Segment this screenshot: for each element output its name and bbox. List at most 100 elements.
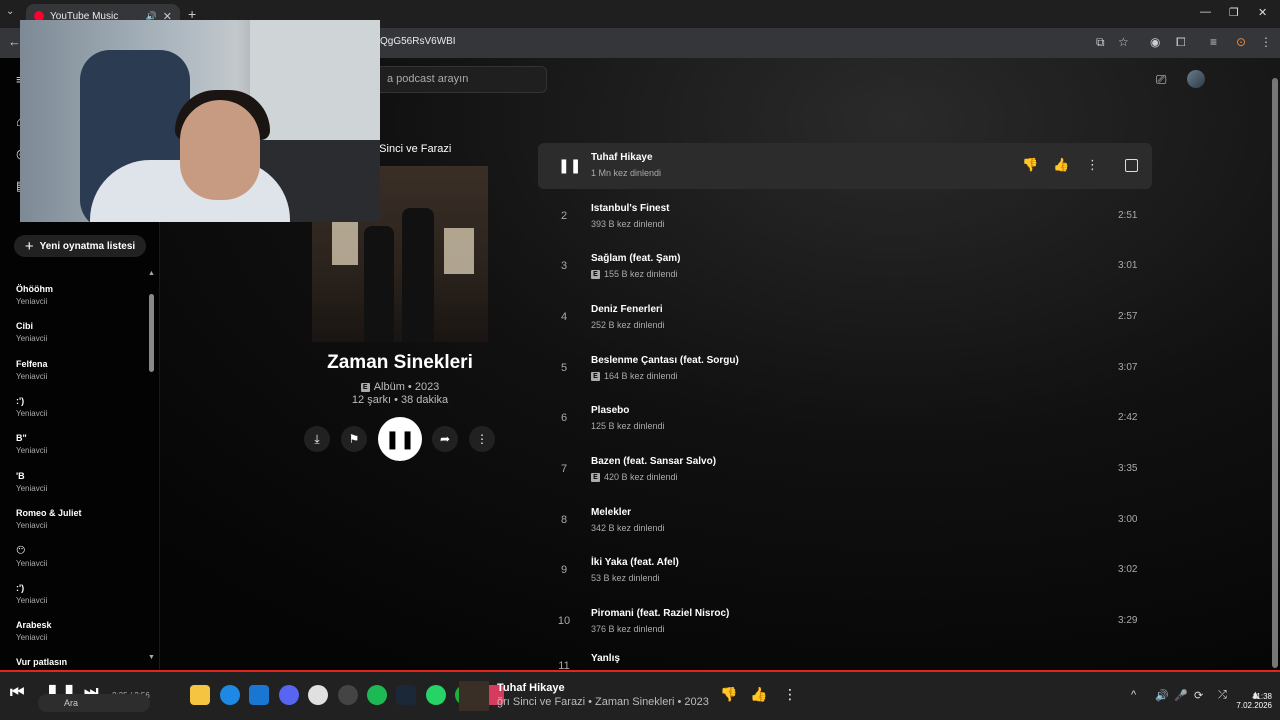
playlist-owner: Yeniavcii: [16, 633, 48, 642]
track-number: 6: [560, 412, 568, 424]
taskbar-clock[interactable]: 11:38 7.02.2026: [1232, 692, 1272, 710]
share-button[interactable]: ➦: [432, 426, 458, 452]
track-title[interactable]: İki Yaka (feat. Afel): [591, 557, 679, 568]
playlist-item[interactable]: :') Yeniavcii: [16, 396, 146, 418]
track-title[interactable]: Beslenme Çantası (feat. Sorgu): [591, 355, 739, 366]
obs-icon[interactable]: [338, 685, 358, 705]
steam-icon[interactable]: [396, 685, 416, 705]
track-plays-text: 420 B kez dinlendi: [604, 472, 678, 482]
page-scrollbar[interactable]: [1272, 70, 1278, 670]
repeat-icon[interactable]: ⟳: [1194, 689, 1203, 702]
playlist-item[interactable]: 'B Yeniavcii: [16, 471, 146, 493]
browser-menu-icon[interactable]: ⋮: [1260, 35, 1272, 49]
new-playlist-button[interactable]: + Yeni oynatma listesi: [14, 235, 146, 257]
playlist-item[interactable]: :') Yeniavcii: [16, 583, 146, 605]
playlist-title: Vur patlasın: [16, 657, 68, 667]
track-pause-icon[interactable]: ❚❚: [558, 157, 581, 174]
album-more-button[interactable]: ⋮: [469, 426, 495, 452]
track-number: 5: [560, 362, 568, 374]
media-control-icon[interactable]: ≡: [1210, 35, 1217, 49]
track-row[interactable]: 2 Istanbul's Finest 393 B kez dinlendi 2…: [538, 194, 1152, 240]
playlist-item[interactable]: Arabesk Yeniavcii: [16, 620, 146, 642]
track-row[interactable]: 5 Beslenme Çantası (feat. Sorgu) E 164 B …: [538, 346, 1152, 392]
scroll-up-arrow-icon[interactable]: ▲: [148, 270, 155, 277]
track-title[interactable]: Istanbul's Finest: [591, 203, 670, 214]
track-title[interactable]: Yanlış: [591, 653, 620, 664]
track-title[interactable]: Piromani (feat. Raziel Nisroc): [591, 608, 729, 619]
bookmark-star-icon[interactable]: ☆: [1118, 35, 1129, 49]
discord-icon[interactable]: [279, 685, 299, 705]
playlist-item[interactable]: Cibi Yeniavcii: [16, 321, 146, 343]
track-row[interactable]: 4 Deniz Fenerleri 252 B kez dinlendi 2:5…: [538, 295, 1152, 341]
track-title[interactable]: Bazen (feat. Sansar Salvo): [591, 456, 716, 467]
track-title[interactable]: Tuhaf Hikaye: [591, 152, 653, 163]
dislike-icon[interactable]: 👎: [720, 686, 737, 703]
minimize-icon[interactable]: —: [1200, 6, 1211, 18]
save-to-library-button[interactable]: ⚑: [341, 426, 367, 452]
track-row[interactable]: 8 Melekler 342 B kez dinlendi 3:00: [538, 498, 1152, 544]
playlist-owner: Yeniavcii: [16, 334, 48, 343]
extension-icon[interactable]: ◉: [1150, 35, 1160, 49]
playlist-item[interactable]: Romeo & Juliet Yeniavcii: [16, 508, 146, 530]
playlist-item[interactable]: Öhööhm Yeniavcii: [16, 284, 146, 306]
install-app-icon[interactable]: ⧉: [1096, 35, 1105, 50]
player-more-icon[interactable]: ⋮: [783, 686, 797, 703]
now-playing-thumbnail[interactable]: [459, 681, 489, 711]
track-row[interactable]: 9 İki Yaka (feat. Afel) 53 B kez dinlend…: [538, 548, 1152, 594]
url-text[interactable]: QgG56RsV6WBI: [380, 36, 456, 47]
tab-search-chevron-icon[interactable]: ⌄: [6, 6, 14, 17]
track-select-checkbox[interactable]: [1125, 159, 1138, 172]
puzzle-extensions-icon[interactable]: ⧠: [1176, 35, 1186, 50]
like-icon[interactable]: 👍: [750, 686, 767, 703]
track-more-icon[interactable]: ⋮: [1086, 157, 1099, 173]
dislike-icon[interactable]: 👎: [1022, 157, 1038, 173]
chrome-icon[interactable]: [308, 685, 328, 705]
new-playlist-label: Yeni oynatma listesi: [39, 240, 136, 252]
profile-badge-icon[interactable]: ⊙: [1236, 35, 1246, 49]
plus-icon: +: [24, 237, 34, 255]
album-pause-button[interactable]: ❚❚: [378, 417, 422, 461]
playlist-item[interactable]: Felfena Yeniavcii: [16, 359, 146, 381]
sidebar-scrollbar[interactable]: [149, 294, 154, 372]
album-title: Zaman Sinekleri: [327, 352, 473, 373]
track-row[interactable]: 6 Plasebo 125 B kez dinlendi 2:42: [538, 396, 1152, 442]
track-row[interactable]: 11 Yanlış: [538, 650, 1152, 670]
download-button[interactable]: ⤓: [304, 426, 330, 452]
album-artists[interactable]: n Sinci ve Farazi: [370, 143, 451, 155]
playlist-item[interactable]: Vur patlasın: [16, 657, 146, 667]
cast-icon[interactable]: ⎚: [1156, 72, 1166, 88]
track-row[interactable]: 7 Bazen (feat. Sansar Salvo) E 420 B kez …: [538, 447, 1152, 493]
now-playing-title[interactable]: Tuhaf Hikaye: [497, 682, 565, 694]
scroll-down-arrow-icon[interactable]: ▼: [148, 654, 155, 661]
track-row-active[interactable]: ❚❚ Tuhaf Hikaye 1 Mn kez dinlendi 👎 👍 ⋮: [538, 143, 1152, 189]
maximize-icon[interactable]: ❐: [1229, 6, 1239, 19]
track-row[interactable]: 3 Sağlam (feat. Şam) E 155 B kez dinlendi…: [538, 244, 1152, 290]
spotify-icon[interactable]: [367, 685, 387, 705]
track-title[interactable]: Sağlam (feat. Şam): [591, 253, 680, 264]
now-playing-subtitle[interactable]: ğrı Sinci ve Farazi • Zaman Sinekleri • …: [497, 696, 709, 708]
track-number: 8: [560, 514, 568, 526]
close-window-icon[interactable]: ✕: [1258, 6, 1267, 19]
file-explorer-icon[interactable]: [190, 685, 210, 705]
playlist-owner: Yeniavcii: [16, 372, 48, 381]
track-title[interactable]: Plasebo: [591, 405, 629, 416]
shuffle-icon[interactable]: ⤮: [1218, 689, 1227, 702]
track-plays: 376 B kez dinlendi: [591, 624, 665, 634]
store-icon[interactable]: [249, 685, 269, 705]
taskbar-search[interactable]: Ara: [38, 694, 150, 712]
microphone-icon[interactable]: 🎤: [1174, 689, 1188, 702]
track-title[interactable]: Deniz Fenerleri: [591, 304, 663, 315]
avatar[interactable]: [1187, 70, 1205, 88]
edge-icon[interactable]: [220, 685, 240, 705]
playlist-item[interactable]: 😶 Yeniavcii: [16, 545, 146, 568]
like-icon[interactable]: 👍: [1053, 157, 1069, 173]
tray-chevron-icon[interactable]: ^: [1131, 689, 1136, 701]
whatsapp-icon[interactable]: [426, 685, 446, 705]
volume-icon[interactable]: 🔊: [1155, 689, 1169, 702]
track-duration: 2:42: [1118, 412, 1138, 423]
playlist-item[interactable]: B" Yeniavcii: [16, 433, 146, 455]
track-duration: 3:01: [1118, 260, 1138, 271]
previous-icon[interactable]: ⏮: [10, 684, 24, 702]
track-title[interactable]: Melekler: [591, 507, 631, 518]
track-row[interactable]: 10 Piromani (feat. Raziel Nisroc) 376 B …: [538, 599, 1152, 645]
